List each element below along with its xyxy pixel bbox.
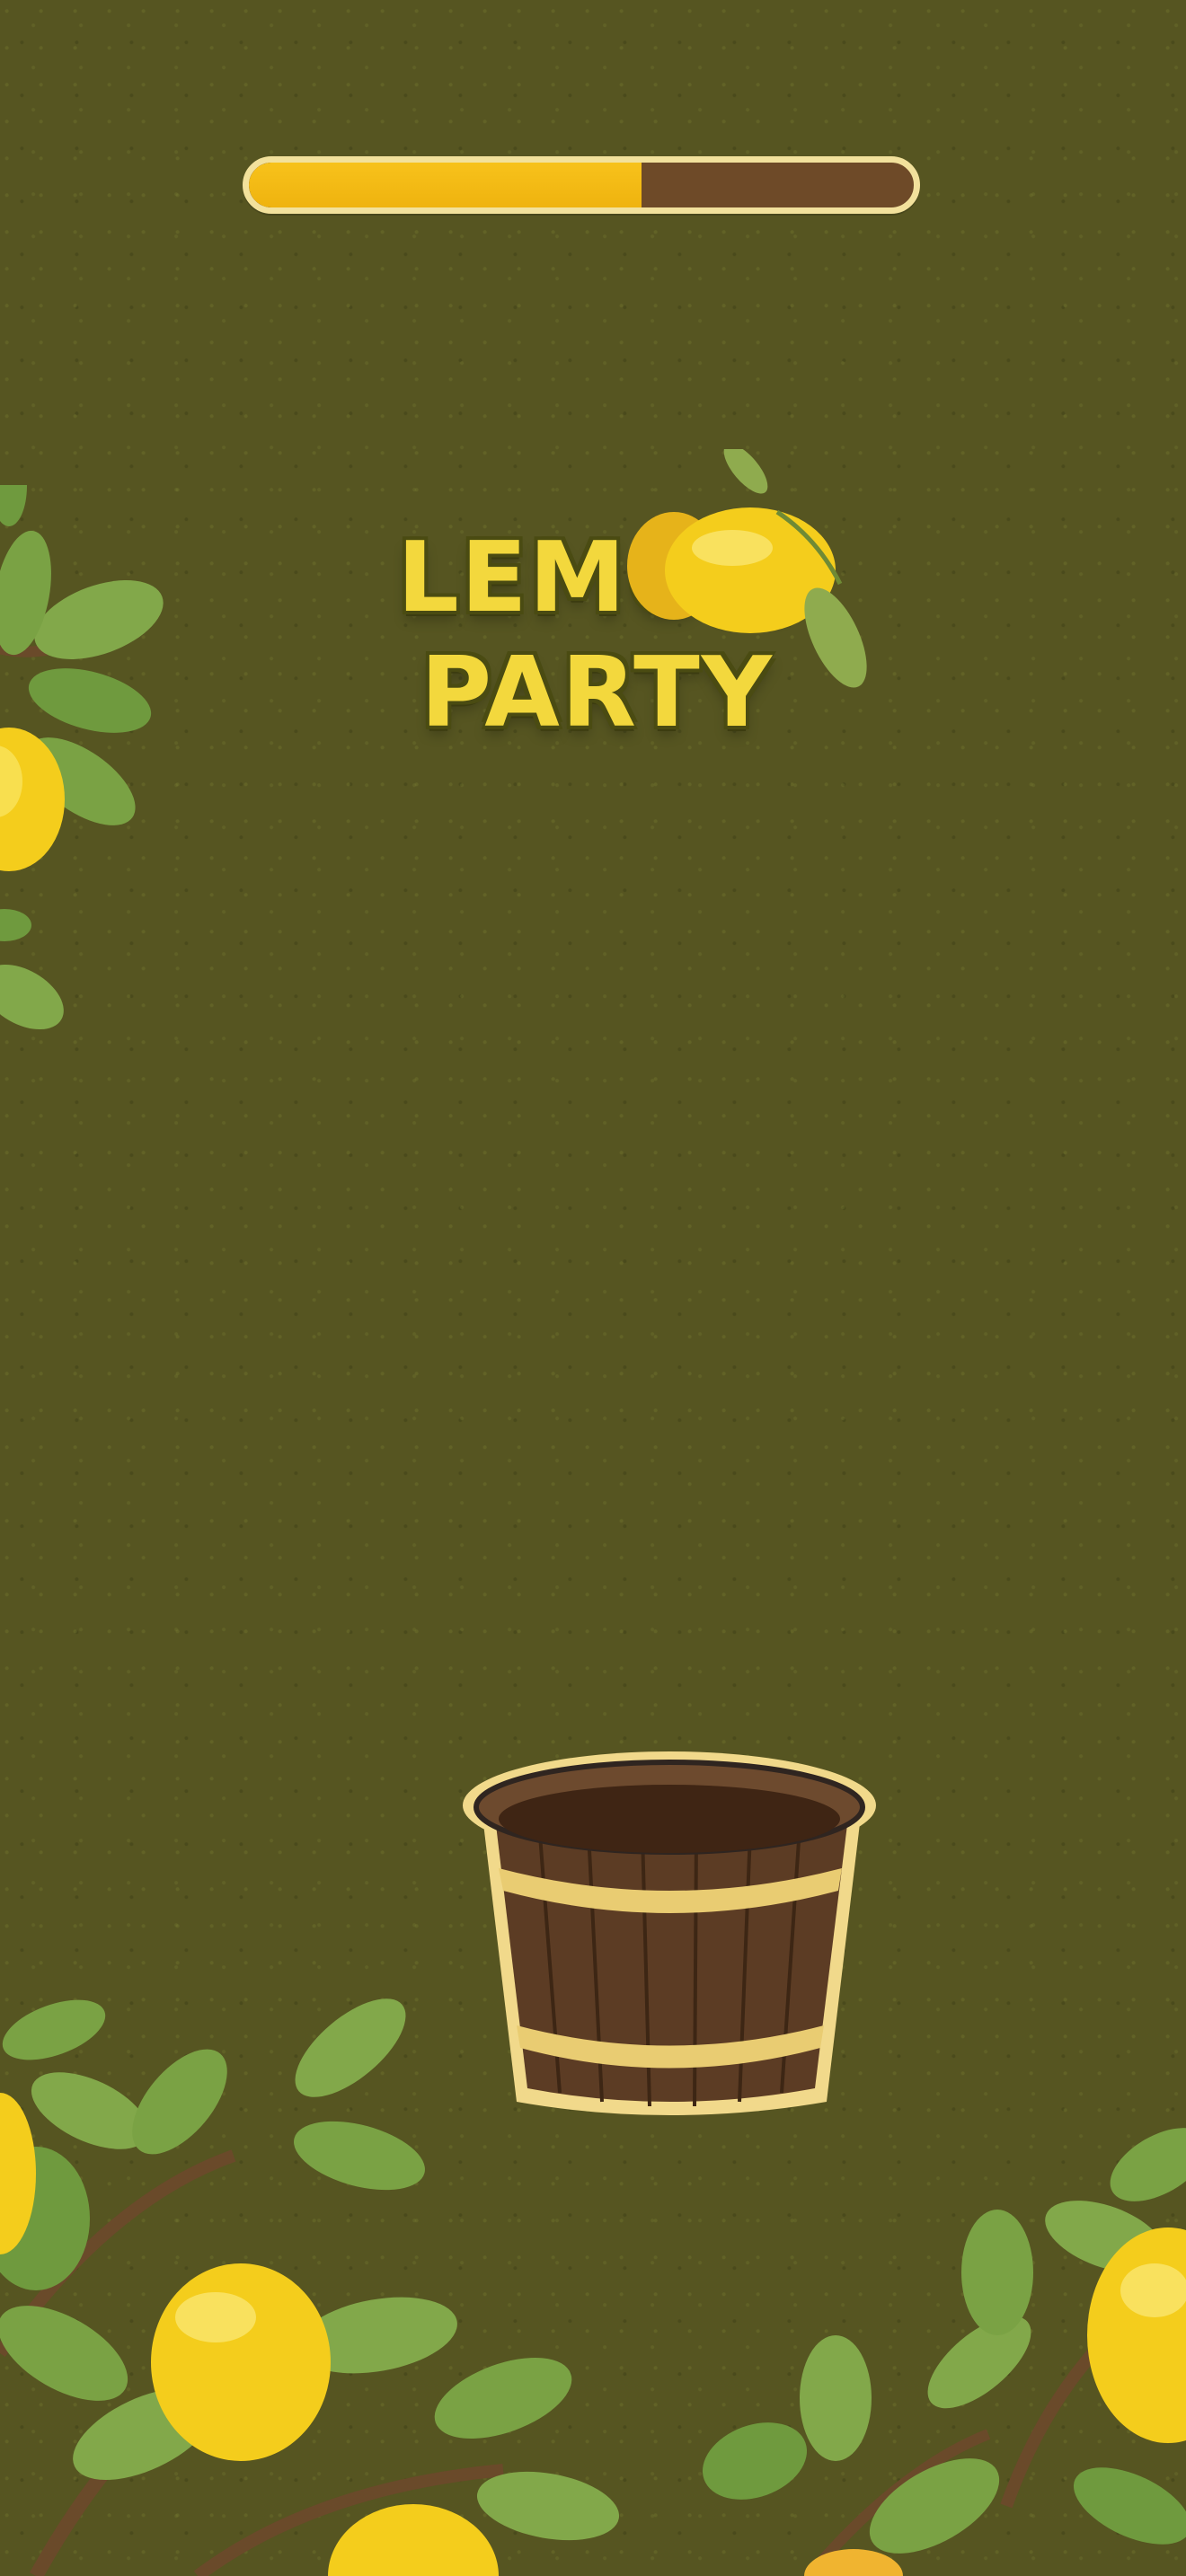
- leaf-icon: [961, 2210, 1033, 2335]
- level-progress-bar: [243, 156, 920, 214]
- lemon-tree-bottom: [0, 1998, 1186, 2576]
- lemon-branch-left: [0, 485, 164, 1030]
- lemon-icon: [804, 2549, 903, 2576]
- leaf-icon: [295, 1998, 406, 2097]
- leaf-icon: [0, 2306, 128, 2401]
- leaf-icon: [294, 2121, 425, 2191]
- leaf-icon: [0, 485, 27, 526]
- leaf-icon: [2, 1999, 106, 2060]
- leaf-icon: [434, 2358, 572, 2439]
- leaf-icon: [0, 909, 31, 941]
- leaf-icon: [0, 964, 64, 1030]
- leaf-icon: [1110, 2128, 1186, 2201]
- leaf-icon: [800, 2335, 872, 2461]
- lemon-icon: [151, 2263, 331, 2461]
- leaf-icon: [132, 2049, 227, 2155]
- game-logo: LEMON PARTY: [386, 449, 890, 772]
- leaf-icon: [702, 2422, 808, 2500]
- level-progress-fill: [249, 163, 642, 207]
- leaf-icon: [723, 449, 768, 494]
- leaf-icon: [28, 668, 152, 733]
- lemon-icon: [627, 449, 867, 688]
- lemon-icon: [328, 2504, 499, 2576]
- leaf-icon: [1073, 2467, 1186, 2545]
